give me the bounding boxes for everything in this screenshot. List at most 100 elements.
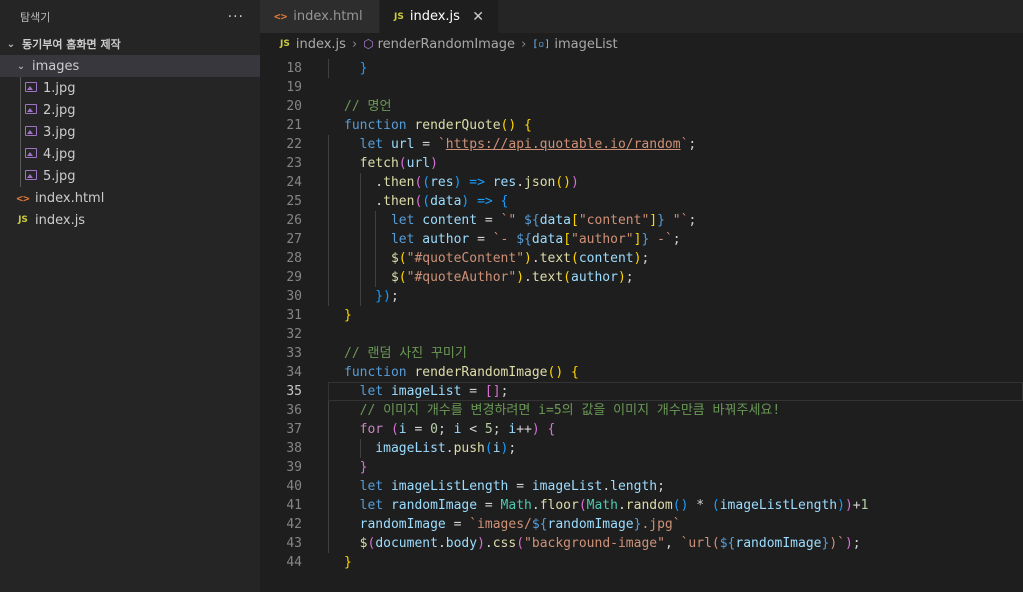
breadcrumb-function[interactable]: renderRandomImage	[378, 37, 515, 52]
vscode-window: 탐색기 ··· ⌄ 동기부여 홈화면 제작 ⌄ images 1.jpg 2.jp…	[0, 0, 1023, 592]
explorer-title: 탐색기	[20, 10, 51, 24]
close-icon[interactable]: ✕	[472, 9, 484, 25]
folder-images-label: images	[32, 58, 80, 74]
code-token: =	[406, 422, 431, 437]
code-line[interactable]: 33 // 랜덤 사진 꾸미기	[260, 344, 1023, 363]
file-image[interactable]: 5.jpg	[0, 165, 260, 187]
line-number: 23	[286, 156, 302, 171]
code-text: $(document.body).css("background-image",…	[344, 534, 861, 553]
folder-images[interactable]: ⌄ images	[0, 55, 260, 77]
code-line[interactable]: 22 let url = `https://api.quotable.io/ra…	[260, 135, 1023, 154]
code-token: ;	[508, 441, 517, 456]
code-token: .	[617, 498, 626, 513]
code-token: Math	[500, 498, 532, 513]
code-token: ) =>	[453, 175, 493, 190]
file-index-js-label: index.js	[35, 212, 86, 228]
breadcrumb: JS index.js › ⬡ renderRandomImage › [▫] …	[260, 33, 1023, 55]
code-line[interactable]: 31}	[260, 306, 1023, 325]
code-text: let url = `https://api.quotable.io/rando…	[344, 135, 697, 154]
line-number: 33	[286, 346, 302, 361]
code-editor[interactable]: 18 } 19 20// 명언 21 function renderQuote() {2…	[260, 55, 1023, 592]
code-token: "#quoteAuthor"	[406, 270, 517, 285]
code-line[interactable]: 40 let imageListLength = imageList.lengt…	[260, 477, 1023, 496]
code-line[interactable]: 37 for (i = 0; i < 5; i++) {	[260, 420, 1023, 439]
file-image-label: 2.jpg	[43, 102, 76, 118]
code-token: () {	[500, 118, 532, 133]
tab-index-js[interactable]: JS index.js ✕	[380, 0, 498, 33]
code-token: }	[344, 460, 368, 475]
code-token: )	[837, 498, 845, 513]
code-token: =	[477, 498, 501, 513]
code-token: author	[422, 232, 470, 247]
code-line[interactable]: 18 }	[260, 59, 1023, 78]
code-token: let	[344, 479, 391, 494]
code-token: ()	[672, 498, 689, 513]
code-token: ;	[641, 251, 650, 266]
code-token: author	[571, 270, 618, 285]
code-token: document	[375, 536, 438, 551]
code-token: randomImage	[390, 498, 478, 513]
line-number: 36	[286, 403, 302, 418]
code-token: =	[445, 517, 470, 532]
code-token: .	[344, 175, 384, 190]
code-line[interactable]: 35 let imageList = [];	[260, 382, 1023, 401]
code-line[interactable]: 42 randomImage = `images/${randomImage}.…	[260, 515, 1023, 534]
code-token: i	[492, 441, 501, 456]
project-folder[interactable]: ⌄ 동기부여 홈화면 제작	[0, 33, 260, 55]
code-line[interactable]: 43 $(document.body).css("background-imag…	[260, 534, 1023, 553]
file-image[interactable]: 2.jpg	[0, 99, 260, 121]
code-token: (	[390, 422, 399, 437]
code-line[interactable]: 28 $("#quoteContent").text(content);	[260, 249, 1023, 268]
code-token: url	[406, 156, 431, 171]
more-actions-icon[interactable]: ···	[228, 9, 244, 25]
code-token: .	[602, 479, 611, 494]
code-token: ()	[555, 175, 572, 190]
file-image[interactable]: 4.jpg	[0, 143, 260, 165]
line-number: 41	[286, 498, 302, 513]
code-token: randomImage	[735, 536, 822, 551]
code-token: ]	[649, 213, 658, 228]
code-line[interactable]: 20 // 명언	[260, 97, 1023, 116]
chevron-down-icon: ⌄	[6, 38, 16, 50]
js-file-icon: JS	[280, 39, 290, 49]
code-token: `url(	[680, 536, 720, 551]
file-index-html-label: index.html	[35, 190, 105, 206]
code-line[interactable]: 27 let author = `- ${data["author"]} -`;	[260, 230, 1023, 249]
code-text: // 랜덤 사진 꾸미기	[344, 344, 467, 363]
code-token: "`	[664, 213, 689, 228]
file-index-html[interactable]: <> index.html	[0, 187, 260, 209]
line-number: 42	[286, 517, 302, 532]
file-image[interactable]: 1.jpg	[0, 77, 260, 99]
code-token: ;	[672, 232, 681, 247]
file-index-js[interactable]: JS index.js	[0, 209, 260, 231]
code-line[interactable]: 23 fetch(url)	[260, 154, 1023, 173]
code-line[interactable]: 44}	[260, 553, 1023, 572]
code-token: imageListLength	[390, 479, 509, 494]
code-line[interactable]: 21 function renderQuote() {	[260, 116, 1023, 135]
file-image-label: 5.jpg	[43, 168, 76, 184]
code-line[interactable]: 26 let content = `" ${data["content"]} "…	[260, 211, 1023, 230]
code-line[interactable]: 39 }	[260, 458, 1023, 477]
code-line[interactable]: 34 function renderRandomImage() {	[260, 363, 1023, 382]
code-line[interactable]: 24 .then((res) => res.json())	[260, 173, 1023, 192]
code-line[interactable]: 32	[260, 325, 1023, 344]
line-number: 29	[286, 270, 302, 285]
code-line[interactable]: 29 $("#quoteAuthor").text(author);	[260, 268, 1023, 287]
code-line[interactable]: 38 imageList.push(i);	[260, 439, 1023, 458]
code-token: )	[524, 251, 532, 266]
breadcrumb-symbol[interactable]: imageList	[554, 37, 617, 52]
image-file-icon	[24, 169, 38, 184]
code-line[interactable]: 19	[260, 78, 1023, 97]
code-line[interactable]: 36 // 이미지 개수를 변경하려면 i=5의 값을 이미지 개수만큼 바꿔주…	[260, 401, 1023, 420]
code-token: then	[383, 175, 415, 190]
tab-index-html[interactable]: <> index.html	[260, 0, 380, 33]
file-image[interactable]: 3.jpg	[0, 121, 260, 143]
code-line[interactable]: 41 let randomImage = Math.floor(Math.ran…	[260, 496, 1023, 515]
chevron-right-icon: ›	[351, 36, 358, 52]
code-line[interactable]: 25 .then((data) => {	[260, 192, 1023, 211]
breadcrumb-file[interactable]: index.js	[296, 37, 346, 52]
code-line[interactable]: 30 });	[260, 287, 1023, 306]
code-token: ${	[516, 232, 532, 247]
explorer-sidebar: 탐색기 ··· ⌄ 동기부여 홈화면 제작 ⌄ images 1.jpg 2.jp…	[0, 0, 260, 592]
code-token: )`	[829, 536, 845, 551]
